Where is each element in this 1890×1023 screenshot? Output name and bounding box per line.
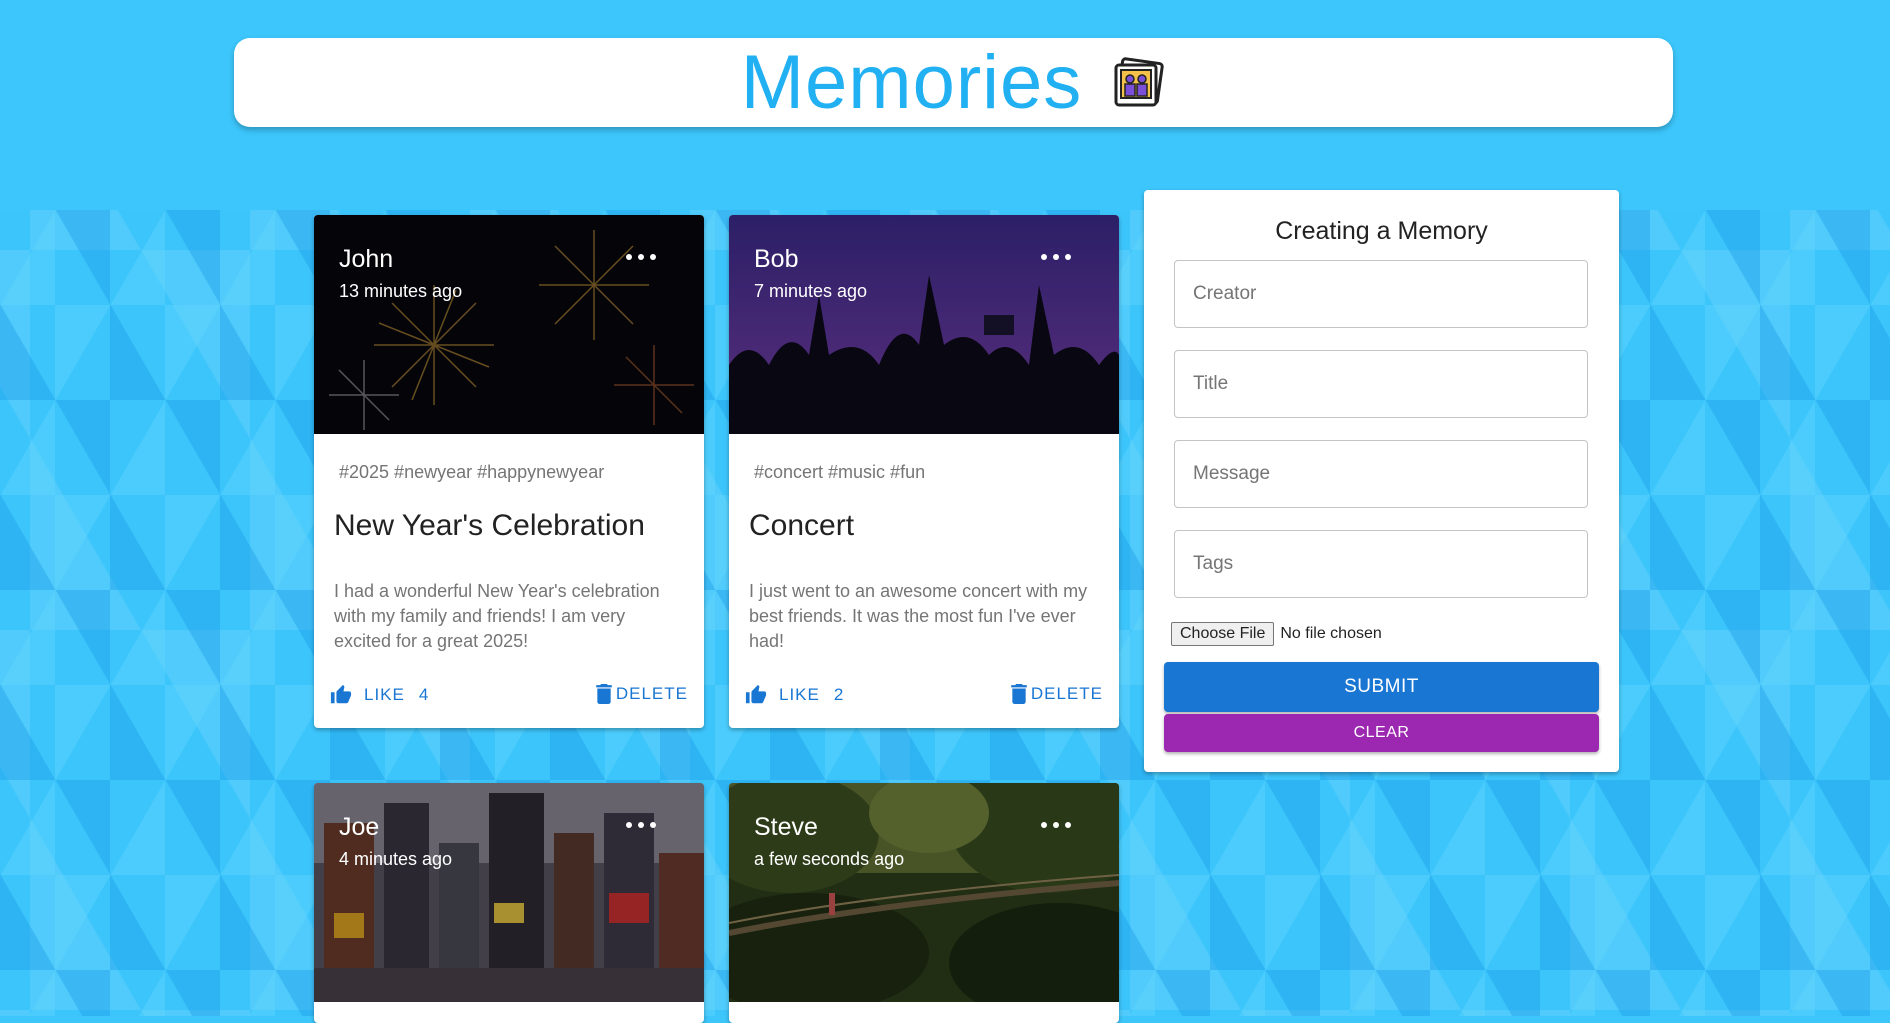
memory-card: John 13 minutes ago #2025 #newyear #happ…	[314, 215, 704, 728]
like-count: 4	[418, 685, 430, 704]
card-actions: LIKE 4 DELETE	[314, 678, 704, 728]
card-message: I had a wonderful New Year's celebration…	[334, 581, 660, 651]
file-status: No file chosen	[1280, 625, 1382, 642]
trash-icon	[596, 684, 612, 704]
card-timestamp: a few seconds ago	[754, 849, 905, 869]
card-actions: LIKE 2 DELETE	[729, 678, 1119, 728]
thumb-up-icon	[330, 684, 352, 704]
card-timestamp: 4 minutes ago	[339, 849, 453, 869]
memory-card: Joe 4 minutes ago	[314, 783, 704, 1023]
app-title: Memories	[740, 40, 1083, 125]
clear-button[interactable]: CLEAR	[1164, 714, 1599, 752]
card-creator: Steve	[754, 813, 818, 841]
create-memory-form: Creating a Memory Choose File No file ch…	[1144, 190, 1619, 772]
title-field[interactable]	[1174, 350, 1588, 418]
more-options-icon[interactable]	[1041, 813, 1071, 837]
trash-icon	[1011, 684, 1027, 704]
creator-field[interactable]	[1174, 260, 1588, 328]
card-image-concert: Bob 7 minutes ago	[729, 215, 1119, 434]
card-tags: #2025 #newyear #happynewyear	[339, 462, 605, 482]
photo-album-icon	[1114, 56, 1165, 106]
app-bar: Memories	[234, 38, 1673, 127]
like-button[interactable]: LIKE 4	[330, 684, 429, 706]
like-button[interactable]: LIKE 2	[745, 684, 844, 706]
card-image-city: Joe 4 minutes ago	[314, 783, 704, 1002]
form-title: Creating a Memory	[1275, 217, 1488, 245]
submit-button[interactable]: SUBMIT	[1164, 662, 1599, 712]
memory-card: Bob 7 minutes ago #concert #music #fun C…	[729, 215, 1119, 728]
delete-label: DELETE	[615, 684, 688, 703]
card-creator: Joe	[339, 813, 380, 841]
more-options-icon[interactable]	[1041, 245, 1071, 269]
delete-button[interactable]: DELETE	[596, 684, 688, 704]
choose-file-button[interactable]: Choose File	[1171, 622, 1275, 646]
more-options-icon[interactable]	[626, 813, 656, 837]
card-image-jungle: Steve a few seconds ago	[729, 783, 1119, 1002]
delete-button[interactable]: DELETE	[1011, 684, 1103, 704]
card-creator: John	[339, 245, 394, 273]
file-input: Choose File No file chosen	[1171, 622, 1382, 646]
delete-label: DELETE	[1030, 684, 1103, 703]
card-timestamp: 13 minutes ago	[339, 281, 463, 301]
tags-field[interactable]	[1174, 530, 1588, 598]
like-count: 2	[833, 685, 845, 704]
like-label: LIKE	[779, 685, 820, 704]
card-tags: #concert #music #fun	[754, 462, 926, 482]
like-label: LIKE	[364, 685, 405, 704]
more-options-icon[interactable]	[626, 245, 656, 269]
card-title: Concert	[749, 509, 855, 542]
card-message: I just went to an awesome concert with m…	[749, 581, 1088, 651]
memory-card: Steve a few seconds ago	[729, 783, 1119, 1023]
message-field[interactable]	[1174, 440, 1588, 508]
card-creator: Bob	[754, 245, 799, 273]
card-title: New Year's Celebration	[334, 509, 645, 542]
card-timestamp: 7 minutes ago	[754, 281, 868, 301]
thumb-up-icon	[745, 684, 767, 704]
card-image-fireworks: John 13 minutes ago	[314, 215, 704, 434]
